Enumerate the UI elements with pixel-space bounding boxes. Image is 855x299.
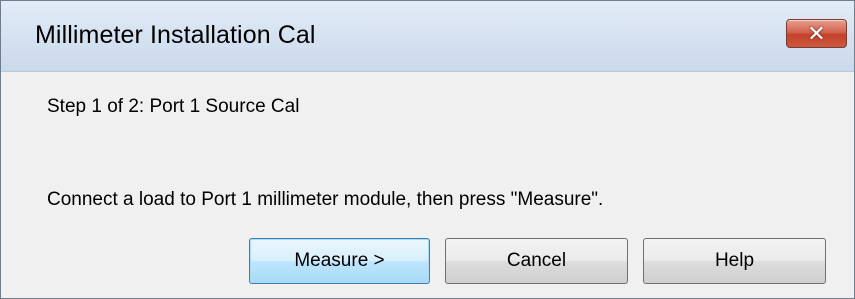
title-bar[interactable]: Millimeter Installation Cal ✕ (1, 1, 854, 72)
close-button[interactable]: ✕ (786, 19, 847, 48)
close-icon: ✕ (807, 20, 826, 46)
dialog-content: Step 1 of 2: Port 1 Source Cal Connect a… (1, 72, 854, 298)
dialog-window: Millimeter Installation Cal ✕ Step 1 of … (0, 0, 855, 299)
step-label: Step 1 of 2: Port 1 Source Cal (47, 96, 300, 117)
window-title: Millimeter Installation Cal (35, 21, 316, 49)
help-button[interactable]: Help (643, 238, 826, 284)
measure-button[interactable]: Measure > (249, 238, 430, 284)
instruction-text: Connect a load to Port 1 millimeter modu… (47, 189, 604, 210)
cancel-button[interactable]: Cancel (445, 238, 628, 284)
